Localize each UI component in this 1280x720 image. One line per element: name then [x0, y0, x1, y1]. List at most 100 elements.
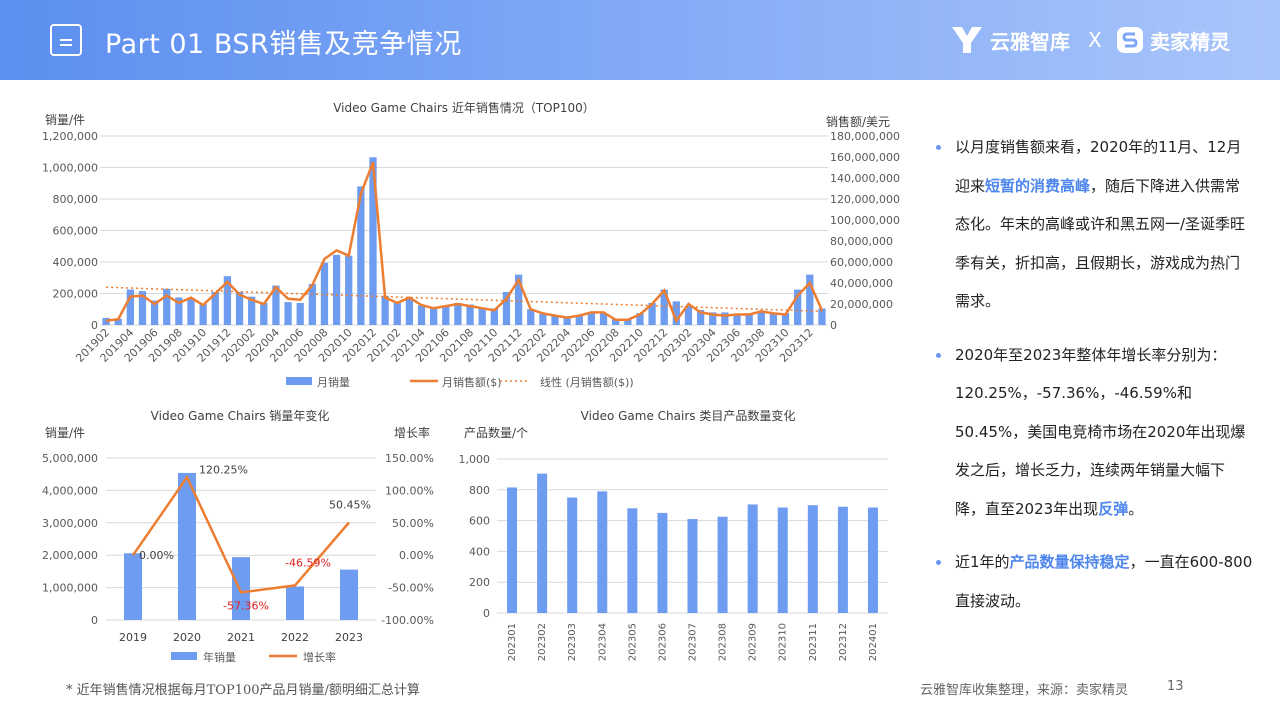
- chart1-bar: [187, 298, 194, 325]
- source-note: 云雅智库收集整理，来源：卖家精灵: [920, 679, 1128, 698]
- chart3-xtick: 202303: [567, 623, 578, 661]
- chart2-legend-bar-label: 年销量: [203, 650, 236, 664]
- chart1-bar: [260, 303, 267, 325]
- chart1-title: Video Game Chairs 近年销售情况（TOP100）: [333, 100, 595, 115]
- chart1-legend-trend-label: 线性 (月销售额($)): [540, 375, 634, 389]
- chart1-bar: [394, 303, 401, 325]
- chart3-xtick: 202306: [657, 623, 668, 661]
- chart1-y2tick: 40,000,000: [830, 277, 893, 290]
- chart2-ytick: 4,000,000: [42, 484, 98, 497]
- document-icon: [50, 24, 82, 56]
- insight-item-2: 2020年至2023年整体年增长率分别为：120.25%，-57.36%，-46…: [935, 336, 1253, 529]
- chart1-y2tick: 80,000,000: [830, 235, 893, 248]
- chart3-xtick: 202301: [507, 623, 518, 661]
- header-bar: Part 01 BSR销售及竞争情况 云雅智库 X 卖家精灵: [0, 0, 1280, 80]
- chart1-y2tick: 140,000,000: [830, 172, 900, 185]
- insight-1-text-end: ，随后下降进入供需常态化。年末的高峰或许和黑五网一/圣诞季旺季有关，折扣高，且假…: [955, 177, 1245, 311]
- chart2-data-label: 50.45%: [329, 499, 371, 512]
- chart1-bar: [430, 308, 437, 325]
- insight-2-text-end: 。: [1128, 500, 1143, 518]
- chart1-bar: [406, 298, 413, 325]
- chart2-data-label: -57.36%: [223, 599, 269, 612]
- chart2-xtick: 2023: [335, 631, 363, 644]
- page-number: 13: [1167, 679, 1184, 694]
- chart1-bar: [539, 314, 546, 325]
- chart2-data-label: 120.25%: [199, 463, 248, 476]
- chart3-ytick: 200: [469, 576, 490, 589]
- chart3-bar: [507, 487, 517, 613]
- chart3-xtick: 202307: [688, 623, 699, 661]
- chart1-bar: [770, 313, 777, 325]
- chart2-y2tick: 0.00%: [399, 549, 434, 562]
- chart1-bar: [442, 306, 449, 325]
- chart3-bar: [627, 508, 637, 613]
- chart3-title: Video Game Chairs 类目产品数量变化: [581, 408, 796, 423]
- chart2-y2tick: 100.00%: [385, 484, 434, 497]
- brand-yunya: 云雅智库: [950, 24, 1070, 56]
- chart3-ytick: 600: [469, 515, 490, 528]
- chart1-ytick: 1,200,000: [42, 130, 98, 143]
- insight-list: 以月度销售额来看，2020年的11月、12月迎来短暂的消费高峰，随后下降进入供需…: [935, 128, 1253, 635]
- charts-area: Video Game Chairs 近年销售情况（TOP100）销量/件销售额/…: [0, 80, 920, 680]
- chart2-y2label: 增长率: [394, 425, 430, 440]
- insight-3-highlight: 产品数量保持稳定: [1010, 553, 1130, 571]
- chart3-bar: [838, 507, 848, 613]
- insight-item-3: 近1年的产品数量保持稳定，一直在600-800直接波动。: [935, 543, 1253, 620]
- brand-separator: X: [1088, 28, 1102, 52]
- brand-maijia-label: 卖家精灵: [1150, 26, 1230, 55]
- chart2-legend-line-label: 增长率: [303, 650, 336, 664]
- chart1-ytick: 400,000: [53, 256, 99, 269]
- chart1-ytick: 800,000: [53, 193, 99, 206]
- chart1-y2label: 销售额/美元: [826, 114, 890, 129]
- chart2-ytick: 1,000,000: [42, 582, 98, 595]
- chart1-bar: [199, 304, 206, 325]
- chart1-y2tick: 100,000,000: [830, 214, 900, 227]
- chart1-bar: [309, 284, 316, 325]
- chart1-ytick: 200,000: [53, 288, 99, 301]
- brand-maijia: 卖家精灵: [1116, 24, 1230, 56]
- insight-2-text: 2020年至2023年整体年增长率分别为：120.25%，-57.36%，-46…: [955, 346, 1245, 518]
- chart2-ytick: 2,000,000: [42, 549, 98, 562]
- chart2-bar: [286, 586, 304, 620]
- chart3-bar: [718, 517, 728, 613]
- chart2-bar: [124, 553, 142, 620]
- chart3-xtick: 202312: [838, 623, 849, 661]
- chart2-title: Video Game Chairs 销量年变化: [151, 408, 330, 423]
- chart2-y2tick: 150.00%: [385, 452, 434, 465]
- chart3-ytick: 400: [469, 545, 490, 558]
- chart2-legend-bar-swatch: [171, 652, 197, 660]
- page-title: Part 01 BSR销售及竞争情况: [105, 22, 462, 61]
- chart1-y2tick: 120,000,000: [830, 193, 900, 206]
- chart3-bar: [657, 513, 667, 613]
- insight-3-text: 近1年的: [955, 553, 1010, 571]
- chart3-bar: [597, 491, 607, 613]
- insight-2-highlight: 反弹: [1098, 500, 1128, 518]
- chart1-bar: [127, 290, 134, 325]
- chart1-bar: [527, 309, 534, 325]
- brand-yunya-label: 云雅智库: [990, 26, 1070, 55]
- chart2-y2tick: 50.00%: [392, 517, 434, 530]
- insight-item-1: 以月度销售额来看，2020年的11月、12月迎来短暂的消费高峰，随后下降进入供需…: [935, 128, 1253, 321]
- chart1-y2tick: 20,000,000: [830, 298, 893, 311]
- chart1-bar: [479, 308, 486, 325]
- chart2-xtick: 2021: [227, 631, 255, 644]
- chart2-data-label: -46.59%: [285, 556, 331, 569]
- chart1-bar: [297, 303, 304, 325]
- chart3-xtick: 202311: [808, 623, 819, 661]
- chart2-xtick: 2020: [173, 631, 201, 644]
- chart1-bar: [333, 255, 340, 325]
- chart3-xtick: 202308: [718, 623, 729, 661]
- chart1-ytick: 0: [91, 319, 98, 332]
- chart1-y2tick: 180,000,000: [830, 130, 900, 143]
- chart1-legend-bar-label: 月销量: [317, 375, 350, 389]
- chart2-ytick: 5,000,000: [42, 452, 98, 465]
- chart3-xtick: 202310: [778, 623, 789, 661]
- chart1-y2tick: 0: [830, 319, 837, 332]
- chart3-xtick: 202305: [627, 623, 638, 661]
- chart3-ytick: 0: [483, 607, 490, 620]
- chart2-ytick: 3,000,000: [42, 517, 98, 530]
- chart2-xtick: 2022: [281, 631, 309, 644]
- chart2-ytick: 0: [91, 614, 98, 627]
- chart3-bar: [868, 508, 878, 613]
- chart2-y2tick: -50.00%: [388, 582, 434, 595]
